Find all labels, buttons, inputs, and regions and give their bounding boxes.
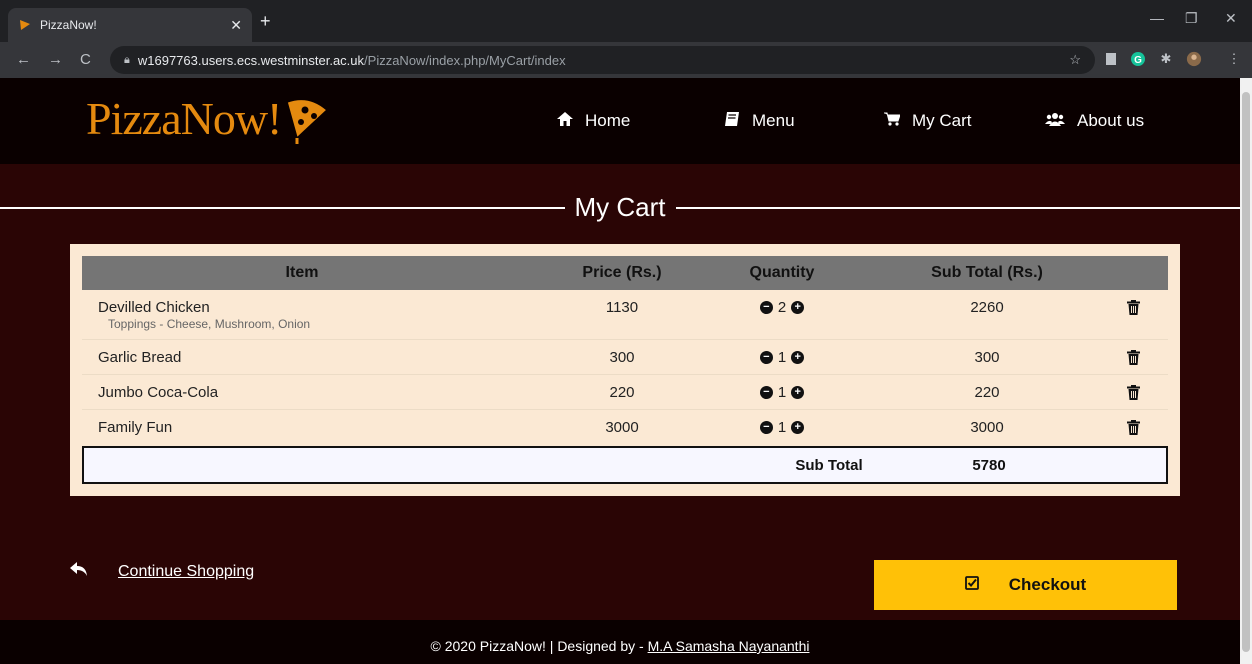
- item-subtotal: 3000: [970, 419, 1004, 436]
- item-quantity: 2: [777, 299, 787, 316]
- forward-icon[interactable]: →: [48, 51, 63, 69]
- trash-icon[interactable]: [1127, 385, 1140, 404]
- extensions-icon[interactable]: ✱: [1158, 51, 1174, 67]
- svg-text:G: G: [1134, 55, 1142, 66]
- back-icon[interactable]: ←: [16, 51, 31, 69]
- item-name: Jumbo Coca-Cola: [98, 384, 219, 401]
- browser-tab-bar: PizzaNow! ✕ + — ❐ ✕: [0, 0, 1252, 42]
- column-subtotal: Sub Total (Rs.): [931, 264, 1043, 281]
- new-tab-icon[interactable]: +: [260, 12, 271, 30]
- item-name: Garlic Bread: [98, 349, 182, 366]
- subtotal-label: Sub Total: [795, 457, 863, 474]
- item-name: Devilled Chicken: [98, 299, 210, 316]
- column-quantity: Quantity: [749, 264, 815, 281]
- trash-icon[interactable]: [1127, 420, 1140, 439]
- decrease-quantity-icon[interactable]: −: [759, 421, 773, 434]
- pizza-favicon-icon: [20, 20, 30, 30]
- reload-icon[interactable]: C: [80, 51, 91, 69]
- lock-icon: 🔒︎: [124, 53, 130, 66]
- profile-avatar[interactable]: [1186, 51, 1202, 67]
- increase-quantity-icon[interactable]: +: [791, 351, 805, 364]
- tab-title: PizzaNow!: [40, 18, 97, 32]
- cart-table-header: Item Price (Rs.) Quantity Sub Total (Rs.…: [82, 256, 1168, 290]
- quantity-stepper: − 1 +: [682, 419, 882, 436]
- continue-shopping: Continue Shopping: [70, 562, 254, 581]
- logo-text: PizzaNow!: [86, 93, 282, 144]
- trash-icon[interactable]: [1127, 350, 1140, 369]
- table-row: Garlic Bread 300 − 1 + 300: [82, 340, 1168, 375]
- footer-copyright: © 2020 PizzaNow! | Designed by -: [430, 638, 648, 654]
- nav-home-label: Home: [585, 111, 631, 130]
- url-host: w1697763.users.ecs.westminster.ac.uk: [137, 52, 365, 68]
- home-icon: [557, 112, 573, 130]
- book-icon: [724, 112, 740, 130]
- checkout-button[interactable]: Checkout: [874, 560, 1177, 610]
- item-subtotal: 300: [974, 349, 1000, 366]
- reply-arrow-icon[interactable]: [70, 562, 88, 581]
- item-quantity: 1: [777, 384, 787, 401]
- window-close-icon[interactable]: ✕: [1225, 10, 1237, 27]
- cart-subtotal-row: Sub Total 5780: [82, 446, 1168, 484]
- increase-quantity-icon[interactable]: +: [791, 421, 805, 434]
- scrollbar-thumb[interactable]: [1242, 92, 1250, 652]
- decrease-quantity-icon[interactable]: −: [759, 301, 773, 314]
- nav-about-us[interactable]: About us: [1045, 111, 1144, 131]
- nav-menu-label: Menu: [752, 111, 795, 130]
- decrease-quantity-icon[interactable]: −: [759, 386, 773, 399]
- page-scrollbar[interactable]: [1240, 78, 1252, 664]
- page-title: My Cart: [564, 192, 676, 222]
- column-item: Item: [285, 264, 319, 281]
- increase-quantity-icon[interactable]: +: [791, 301, 805, 314]
- close-tab-icon[interactable]: ✕: [230, 17, 242, 34]
- reader-icon[interactable]: [1103, 51, 1119, 67]
- item-quantity: 1: [777, 349, 787, 366]
- page-heading: My Cart: [0, 192, 1240, 222]
- site-navbar: PizzaNow! Home Menu My Cart About us: [0, 78, 1240, 164]
- table-row: Devilled Chicken Toppings - Cheese, Mush…: [82, 290, 1168, 340]
- cart-table: Item Price (Rs.) Quantity Sub Total (Rs.…: [70, 244, 1180, 496]
- check-square-icon: [964, 575, 979, 595]
- browser-tab[interactable]: PizzaNow! ✕: [8, 8, 252, 42]
- item-toppings: Toppings - Cheese, Mushroom, Onion: [108, 317, 311, 331]
- site-footer: © 2020 PizzaNow! | Designed by - M.A Sam…: [0, 620, 1240, 664]
- cart-icon: [884, 112, 901, 130]
- address-bar[interactable]: 🔒︎ w1697763.users.ecs.westminster.ac.uk /…: [110, 46, 1095, 74]
- nav-about-us-label: About us: [1077, 111, 1145, 130]
- item-subtotal: 220: [974, 384, 1000, 401]
- nav-my-cart[interactable]: My Cart: [884, 111, 972, 131]
- nav-menu[interactable]: Menu: [724, 111, 795, 131]
- subtotal-value: 5780: [972, 457, 1006, 474]
- site-logo[interactable]: PizzaNow!: [86, 92, 331, 145]
- quantity-stepper: − 2 +: [682, 299, 882, 316]
- users-icon: [1045, 112, 1065, 130]
- table-row: Family Fun 3000 − 1 + 3000: [82, 410, 1168, 445]
- table-row: Jumbo Coca-Cola 220 − 1 + 220: [82, 375, 1168, 410]
- footer-author-link[interactable]: M.A Samasha Nayananthi: [648, 638, 810, 654]
- url-path: /PizzaNow/index.php/MyCart/index: [364, 52, 566, 68]
- browser-menu-icon[interactable]: ⋮: [1226, 51, 1242, 67]
- quantity-stepper: − 1 +: [682, 384, 882, 401]
- decrease-quantity-icon[interactable]: −: [759, 351, 773, 364]
- item-subtotal: 2260: [970, 299, 1004, 316]
- quantity-stepper: − 1 +: [682, 349, 882, 366]
- item-name: Family Fun: [98, 419, 173, 436]
- pizza-slice-icon: [286, 98, 329, 144]
- increase-quantity-icon[interactable]: +: [791, 386, 805, 399]
- bookmark-star-icon[interactable]: ☆: [1069, 52, 1081, 68]
- nav-home[interactable]: Home: [557, 111, 630, 131]
- continue-shopping-link[interactable]: Continue Shopping: [118, 563, 254, 581]
- minimize-icon[interactable]: —: [1150, 10, 1164, 26]
- checkout-label: Checkout: [1008, 575, 1087, 594]
- trash-icon[interactable]: [1127, 300, 1140, 319]
- item-quantity: 1: [777, 419, 787, 436]
- nav-my-cart-label: My Cart: [912, 111, 972, 130]
- grammarly-icon[interactable]: G: [1130, 51, 1146, 67]
- page-viewport: PizzaNow! Home Menu My Cart About us My …: [0, 78, 1240, 664]
- restore-icon[interactable]: ❐: [1185, 10, 1198, 27]
